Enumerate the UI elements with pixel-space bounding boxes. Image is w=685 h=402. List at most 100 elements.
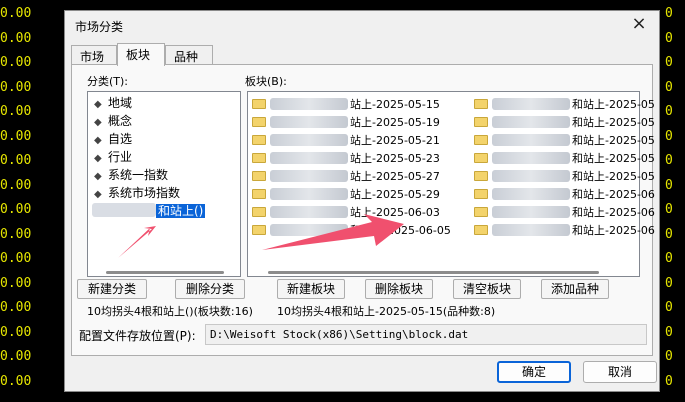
- category-tree[interactable]: ◆ 地域 ◆ 概念 ◆ 自选 ◆ 行业 ◆ 系统一指数 ◆ 系统市场指数 和站上(): [87, 91, 241, 277]
- block-list-item[interactable]: 和站上-2025-05: [474, 150, 655, 168]
- category-item-industry[interactable]: ◆ 行业: [94, 148, 132, 166]
- background-value: 0: [665, 226, 673, 242]
- block-list-item[interactable]: 站上-2025-05-19: [252, 114, 440, 132]
- folder-icon: [474, 117, 488, 127]
- redacted-text: [492, 98, 570, 110]
- block-item-label: 和站上-2025-05: [572, 98, 655, 111]
- block-list-item[interactable]: 和站上-2025-06-05: [252, 222, 451, 240]
- folder-icon: [252, 99, 266, 109]
- redacted-text: [92, 203, 156, 217]
- folder-icon: [252, 153, 266, 163]
- redacted-text: [492, 134, 570, 146]
- background-value: 0.00: [0, 55, 32, 70]
- delete-block-button[interactable]: 删除板块: [365, 279, 433, 299]
- cancel-button[interactable]: 取消: [583, 361, 657, 383]
- block-list-item[interactable]: 和站上-2025-06: [474, 222, 655, 240]
- folder-icon: [252, 207, 266, 217]
- block-item-label: 站上-2025-05-21: [350, 134, 440, 147]
- background-value: 0.00: [0, 251, 32, 266]
- ok-button[interactable]: 确定: [497, 361, 571, 383]
- block-list-item[interactable]: 和站上-2025-05: [474, 114, 655, 132]
- redacted-text: [270, 170, 348, 182]
- block-list-item[interactable]: 站上-2025-05-29: [252, 186, 440, 204]
- background-value: 0.00: [0, 275, 32, 291]
- redacted-text: [492, 224, 570, 236]
- block-list-item[interactable]: 和站上-2025-05: [474, 96, 655, 114]
- background-value: 0.00: [0, 153, 32, 168]
- folder-icon: [252, 225, 266, 235]
- background-value: 0.00: [0, 202, 32, 217]
- category-item-system-index[interactable]: ◆ 系统一指数: [94, 166, 168, 184]
- config-path-field[interactable]: D:\Weisoft Stock(x86)\Setting\block.dat: [205, 324, 647, 345]
- category-scrollbar[interactable]: [106, 271, 224, 274]
- folder-icon: [252, 135, 266, 145]
- block-scrollbar[interactable]: [268, 271, 599, 274]
- folder-icon: [474, 135, 488, 145]
- delete-category-button[interactable]: 删除分类: [175, 279, 245, 299]
- background-value: 0: [665, 6, 673, 21]
- category-status: 10均拐头4根和站上()(板块数:16): [87, 305, 253, 318]
- clear-block-button[interactable]: 清空板块: [453, 279, 521, 299]
- block-list-item[interactable]: 站上-2025-05-23: [252, 150, 440, 168]
- block-item-label: 站上-2025-06-03: [350, 206, 440, 219]
- category-item-region[interactable]: ◆ 地域: [94, 94, 132, 112]
- block-item-label: 和站上-2025-06-05: [350, 224, 451, 237]
- folder-icon: [252, 171, 266, 181]
- block-list-item[interactable]: 站上-2025-05-15: [252, 96, 440, 114]
- folder-icon: [474, 207, 488, 217]
- redacted-text: [270, 134, 348, 146]
- block-list-item[interactable]: 和站上-2025-05: [474, 132, 655, 150]
- redacted-text: [270, 116, 348, 128]
- background-value: 0: [665, 153, 673, 168]
- dialog-titlebar[interactable]: 市场分类 ×: [65, 11, 659, 41]
- block-item-label: 站上-2025-05-23: [350, 152, 440, 165]
- background-value: 0.00: [0, 373, 32, 389]
- category-item-concept[interactable]: ◆ 概念: [94, 112, 132, 130]
- background-value: 0: [665, 55, 673, 70]
- redacted-text: [270, 152, 348, 164]
- background-value: 0.00: [0, 177, 32, 193]
- background-value: 0: [665, 300, 673, 315]
- folder-icon: [252, 117, 266, 127]
- new-category-button[interactable]: 新建分类: [77, 279, 147, 299]
- dialog-title: 市场分类: [75, 20, 124, 34]
- block-item-label: 站上-2025-05-15: [350, 98, 440, 111]
- new-block-button[interactable]: 新建板块: [277, 279, 345, 299]
- block-item-label: 和站上-2025-05: [572, 152, 655, 165]
- category-item-system-market-index[interactable]: ◆ 系统市场指数: [94, 184, 180, 202]
- redacted-text: [492, 152, 570, 164]
- block-item-label: 和站上-2025-05: [572, 170, 655, 183]
- background-value: 0.00: [0, 324, 32, 340]
- category-item-selected[interactable]: 和站上(): [92, 202, 206, 220]
- block-label: 板块(B):: [245, 75, 287, 88]
- market-category-dialog: 市场分类 × 市场 板块 品种 分类(T): 板块(B): ◆ 地域 ◆ 概念 ◆ 自…: [64, 10, 660, 392]
- redacted-text: [492, 116, 570, 128]
- background-value: 0: [665, 349, 673, 364]
- category-item-watchlist[interactable]: ◆ 自选: [94, 130, 132, 148]
- block-list-item[interactable]: 和站上-2025-06: [474, 186, 655, 204]
- redacted-text: [270, 206, 348, 218]
- tab-market[interactable]: 市场: [71, 45, 117, 65]
- block-item-label: 和站上-2025-06: [572, 188, 655, 201]
- background-value: 0.00: [0, 226, 32, 242]
- tab-block[interactable]: 板块: [117, 43, 165, 66]
- redacted-text: [270, 224, 348, 236]
- block-list[interactable]: 站上-2025-05-15 站上-2025-05-19 站上-2025-05-21 站…: [247, 91, 655, 277]
- folder-icon: [474, 171, 488, 181]
- block-list-item[interactable]: 站上-2025-06-03: [252, 204, 440, 222]
- tab-symbol[interactable]: 品种: [165, 45, 213, 65]
- block-list-item[interactable]: 和站上-2025-05: [474, 168, 655, 186]
- block-list-item[interactable]: 和站上-2025-06: [474, 204, 655, 222]
- folder-icon: [474, 225, 488, 235]
- background-values-right: 0 0 0 0 0 0 0 0 0 0 0 0 0 0 0 0: [659, 0, 685, 402]
- block-item-label: 和站上-2025-06: [572, 206, 655, 219]
- block-list-item[interactable]: 站上-2025-05-27: [252, 168, 440, 186]
- block-item-label: 和站上-2025-06: [572, 224, 655, 237]
- background-value: 0.00: [0, 104, 32, 119]
- background-value: 0: [665, 373, 673, 389]
- background-value: 0: [665, 128, 673, 144]
- add-symbol-button[interactable]: 添加品种: [541, 279, 609, 299]
- close-icon[interactable]: ×: [629, 15, 649, 35]
- block-list-item[interactable]: 站上-2025-05-21: [252, 132, 440, 150]
- block-item-label: 站上-2025-05-29: [350, 188, 440, 201]
